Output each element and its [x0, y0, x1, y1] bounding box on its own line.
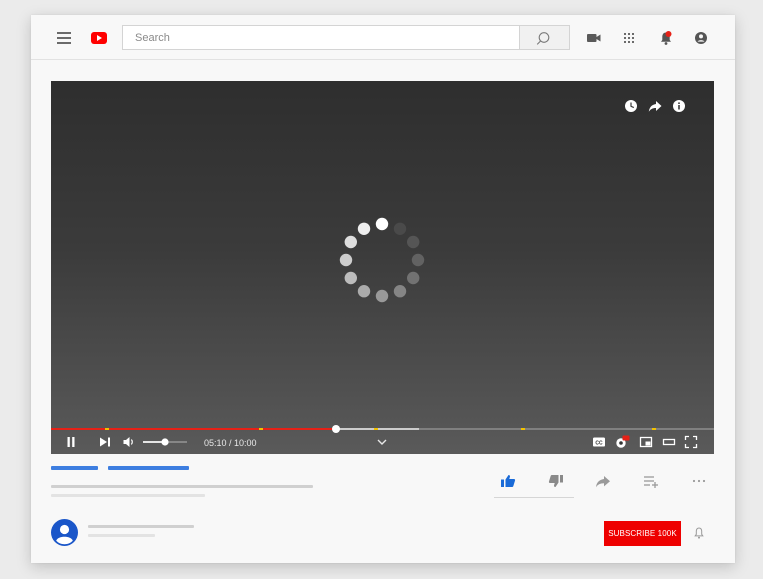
settings-hd-icon[interactable]	[614, 435, 630, 449]
search-input[interactable]	[123, 26, 519, 49]
rating-underline	[494, 497, 574, 498]
loading-spinner	[339, 217, 425, 303]
add-to-playlist-icon[interactable]	[642, 473, 660, 489]
share-icon[interactable]	[594, 473, 612, 489]
channel-name-placeholder	[88, 525, 194, 528]
player-controls: 05:10 / 10:00 CC	[51, 433, 714, 454]
captions-icon[interactable]: CC	[592, 435, 606, 449]
top-bar	[31, 15, 735, 60]
progress-played	[51, 428, 337, 430]
search-icon	[536, 32, 550, 45]
description-placeholder-line	[51, 485, 313, 488]
volume-icon[interactable]	[122, 435, 136, 449]
account-icon[interactable]	[692, 29, 710, 47]
apps-grid-icon[interactable]	[620, 29, 638, 47]
video-player[interactable]: 05:10 / 10:00 CC	[51, 81, 714, 454]
ad-marker	[373, 428, 378, 430]
progress-bar[interactable]	[51, 425, 714, 433]
miniplayer-icon[interactable]	[639, 435, 653, 449]
ad-marker	[105, 428, 110, 430]
time-display: 05:10 / 10:00	[204, 438, 257, 448]
ad-marker	[259, 428, 264, 430]
description-placeholder-line	[51, 494, 205, 497]
video-camera-icon[interactable]	[585, 29, 603, 47]
svg-text:CC: CC	[595, 440, 603, 446]
theater-mode-icon[interactable]	[662, 435, 676, 449]
search-button[interactable]	[520, 25, 570, 50]
menu-icon[interactable]	[57, 32, 71, 44]
info-icon[interactable]	[672, 99, 686, 113]
channel-avatar[interactable]	[51, 519, 78, 546]
subscribe-button[interactable]: SUBSCRIBE 100K	[604, 521, 681, 546]
ad-marker	[652, 428, 657, 430]
notification-bell-icon[interactable]	[693, 526, 705, 540]
chevron-down-icon[interactable]	[376, 435, 388, 449]
more-icon[interactable]	[690, 473, 708, 489]
volume-slider[interactable]	[143, 435, 187, 449]
next-icon[interactable]	[98, 435, 112, 449]
app-window: 05:10 / 10:00 CC	[31, 15, 735, 563]
title-placeholder-bar	[108, 466, 189, 470]
channel-subs-placeholder	[88, 534, 155, 537]
watch-later-icon[interactable]	[624, 99, 638, 113]
progress-scrubber[interactable]	[332, 425, 341, 433]
pause-icon[interactable]	[66, 435, 76, 449]
ad-marker	[521, 428, 526, 430]
title-placeholder-bar	[51, 466, 98, 470]
like-icon[interactable]	[499, 473, 517, 489]
fullscreen-icon[interactable]	[684, 435, 698, 449]
youtube-logo[interactable]	[91, 32, 107, 44]
share-icon[interactable]	[648, 99, 662, 113]
search-box	[122, 25, 520, 50]
notification-bell-icon[interactable]	[657, 29, 675, 47]
dislike-icon[interactable]	[547, 473, 565, 489]
